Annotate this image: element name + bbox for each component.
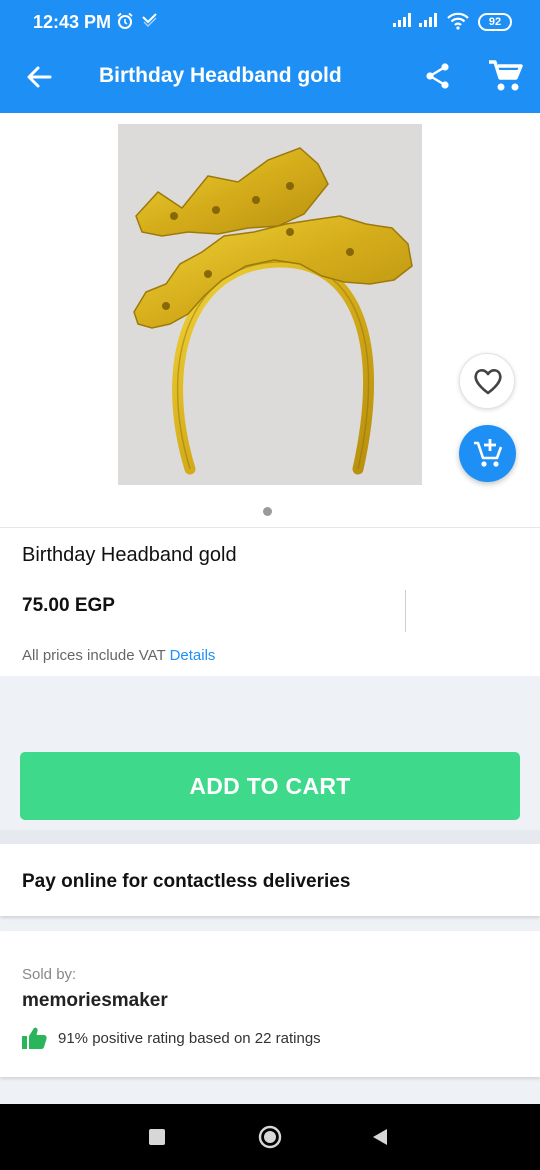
- mail-check-icon: [142, 13, 157, 27]
- seller-card: Sold by: memoriesmaker 91% positive rati…: [0, 931, 540, 1077]
- app-bar: Birthday Headband gold: [0, 42, 540, 113]
- product-info: Birthday Headband gold 75.00 EGP All pri…: [0, 527, 540, 676]
- add-to-cart-icon: [474, 439, 503, 467]
- headband-illustration: [118, 124, 422, 485]
- status-bar: 12:43 PM 92: [0, 0, 540, 42]
- back-arrow-icon[interactable]: [24, 62, 54, 92]
- payment-note-card: Pay online for contactless deliveries: [0, 844, 540, 916]
- payment-note: Pay online for contactless deliveries: [22, 871, 351, 892]
- thumbs-up-icon: [22, 1027, 47, 1049]
- product-image[interactable]: [118, 124, 422, 485]
- back-icon[interactable]: [371, 1128, 389, 1146]
- signal-icon: [393, 13, 411, 27]
- recents-icon[interactable]: [149, 1129, 165, 1145]
- add-to-cart-button[interactable]: ADD TO CART: [20, 752, 520, 820]
- vat-text: All prices include VAT: [22, 647, 166, 664]
- sold-by-label: Sold by:: [22, 966, 77, 983]
- shopping-cart-icon[interactable]: [487, 59, 523, 93]
- product-screen: 12:43 PM 92 Birthday Headband gold Birth…: [0, 0, 540, 1170]
- system-nav-bar: [0, 1104, 540, 1170]
- page-title: Birthday Headband gold: [99, 64, 342, 87]
- top-bar: 12:43 PM 92 Birthday Headband gold: [0, 0, 540, 113]
- details-link[interactable]: Details: [170, 647, 216, 664]
- battery-icon: 92: [478, 13, 512, 31]
- wifi-icon: [447, 12, 469, 30]
- vat-note: All prices include VAT Details: [22, 647, 215, 664]
- status-time: 12:43 PM: [33, 12, 112, 32]
- signal-icon: [419, 13, 437, 27]
- home-icon[interactable]: [258, 1125, 282, 1149]
- product-name: Birthday Headband gold: [22, 544, 237, 566]
- share-icon[interactable]: [424, 62, 452, 90]
- section-divider: [0, 830, 540, 844]
- quick-add-button[interactable]: [459, 425, 516, 482]
- wishlist-button[interactable]: [459, 353, 515, 409]
- product-gallery: [0, 113, 540, 527]
- divider: [405, 590, 406, 632]
- seller-name[interactable]: memoriesmaker: [22, 990, 168, 1012]
- heart-icon: [474, 369, 502, 395]
- page-indicator-dot: [263, 507, 272, 516]
- seller-rating: 91% positive rating based on 22 ratings: [58, 1030, 321, 1047]
- product-price: 75.00 EGP: [22, 595, 115, 616]
- alarm-icon: [117, 12, 133, 29]
